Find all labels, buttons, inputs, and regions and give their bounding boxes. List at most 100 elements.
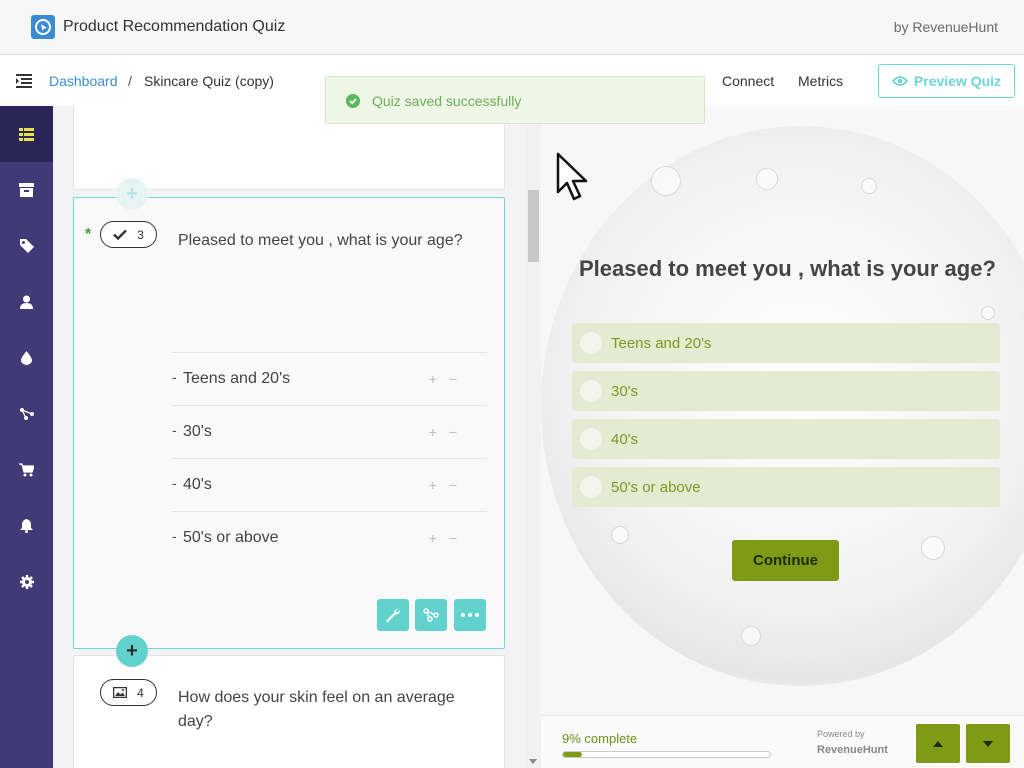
progress-text: 9% complete [562,731,638,746]
sidebar-item-users[interactable] [0,274,53,330]
add-question-button[interactable]: + [116,635,148,667]
next-question-button[interactable] [966,724,1010,763]
nav-connect-link[interactable]: Connect [722,73,774,89]
app-title: Product Recommendation Quiz [63,18,286,35]
gear-icon [19,575,34,589]
preview-option[interactable]: Teens and 20's [572,323,1000,363]
question-card-active[interactable]: * 3 Pleased to meet you , what is your a… [73,197,505,649]
answer-add-remove-controls[interactable]: + − [429,530,461,546]
bubble-decoration [651,166,681,196]
answer-dash: - [172,475,177,491]
powered-by-label: Powered by [817,729,865,739]
branch-icon [423,608,439,622]
list-icon [19,127,34,141]
radio-circle-icon [580,476,602,498]
bubble-decoration [611,526,629,544]
answer-text[interactable]: Teens and 20's [183,370,290,388]
user-icon [20,295,33,309]
app-header: Product Recommendation Quiz by RevenueHu… [0,0,1024,55]
eye-icon [891,76,908,86]
tag-icon [19,239,34,253]
radio-circle-icon [580,428,602,450]
preview-option[interactable]: 30's [572,371,1000,411]
breadcrumb-current: Skincare Quiz (copy) [144,73,274,89]
answer-row[interactable]: - 30's + − [171,405,487,458]
question-number: 4 [137,685,144,700]
quiz-editor-panel: + * 3 Pleased to meet you , what is your… [53,106,541,768]
bubble-decoration [861,178,877,194]
previous-question-button[interactable] [916,724,960,763]
progress-bar-fill [563,752,582,757]
scroll-down-arrow-icon[interactable] [529,759,537,764]
check-icon [113,229,128,240]
preview-footer: 9% complete Powered by RevenueHunt [541,715,1024,768]
question-number: 3 [137,227,144,242]
caret-up-icon [933,740,943,747]
sidebar-item-settings[interactable] [0,554,53,610]
editor-scrollbar[interactable] [526,106,541,768]
flow-icon [19,408,34,420]
answer-add-remove-controls[interactable]: + − [429,424,461,440]
sidebar-item-logic[interactable] [0,386,53,442]
answer-add-remove-controls[interactable]: + − [429,477,461,493]
answer-text[interactable]: 30's [183,423,212,441]
powered-by-brand[interactable]: RevenueHunt [817,744,888,756]
save-success-toast: Quiz saved successfully [325,76,705,124]
preview-option-label: 30's [611,383,639,400]
sidebar-item-shop[interactable] [0,442,53,498]
answer-row[interactable]: - 40's + − [171,458,487,511]
bubble-decoration [921,536,945,560]
bell-icon [20,519,33,533]
question-settings-button[interactable] [377,599,409,631]
scrollbar-thumb[interactable] [528,190,539,262]
preview-option[interactable]: 50's or above [572,467,1000,507]
app-byline[interactable]: by RevenueHunt [894,19,998,35]
question-logic-button[interactable] [415,599,447,631]
preview-option[interactable]: 40's [572,419,1000,459]
answer-row[interactable]: - Teens and 20's + − [171,352,487,405]
answer-text[interactable]: 40's [183,476,212,494]
preview-option-label: 40's [611,431,639,448]
sidebar-item-questions[interactable] [0,106,53,162]
question-text[interactable]: How does your skin feel on an average da… [178,686,478,734]
nav-metrics-link[interactable]: Metrics [798,73,843,89]
answer-dash: - [172,369,177,385]
check-circle-icon [346,94,360,108]
toast-message: Quiz saved successfully [372,93,522,109]
app-logo-icon [31,15,55,39]
preview-quiz-label: Preview Quiz [913,73,1002,89]
sidebar-item-notifications[interactable] [0,498,53,554]
more-icon [461,613,479,617]
bubble-decoration [981,306,995,320]
menu-toggle-icon[interactable] [16,74,32,88]
sidebar-item-products[interactable] [0,162,53,218]
answer-dash: - [172,422,177,438]
question-text[interactable]: Pleased to meet you , what is your age? [178,232,463,250]
wrench-icon [386,608,401,623]
breadcrumb-separator: / [128,73,132,89]
question-card-next[interactable]: 4 How does your skin feel on an average … [73,655,505,768]
preview-option-label: Teens and 20's [611,335,712,352]
bubble-decoration [756,168,778,190]
drop-icon [21,351,32,365]
preview-quiz-button[interactable]: Preview Quiz [878,64,1015,98]
answer-add-remove-controls[interactable]: + − [429,371,461,387]
box-icon [19,183,34,197]
question-more-button[interactable] [454,599,486,631]
question-number-badge[interactable]: 3 [100,221,157,248]
answer-row[interactable]: - 50's or above + − [171,511,487,564]
sidebar-item-tags[interactable] [0,218,53,274]
question-number-badge[interactable]: 4 [100,679,157,706]
sidebar-item-design[interactable] [0,330,53,386]
radio-circle-icon [580,380,602,402]
answer-text[interactable]: 50's or above [183,529,279,547]
mouse-pointer-icon [556,152,592,207]
image-icon [113,687,128,698]
quiz-preview-panel: Pleased to meet you , what is your age? … [541,106,1024,768]
add-question-button-top[interactable]: + [116,178,148,210]
cart-icon [19,463,34,477]
continue-button[interactable]: Continue [732,540,839,581]
breadcrumb-dashboard-link[interactable]: Dashboard [49,73,118,89]
answer-dash: - [172,528,177,544]
preview-question-title: Pleased to meet you , what is your age? [579,256,996,281]
